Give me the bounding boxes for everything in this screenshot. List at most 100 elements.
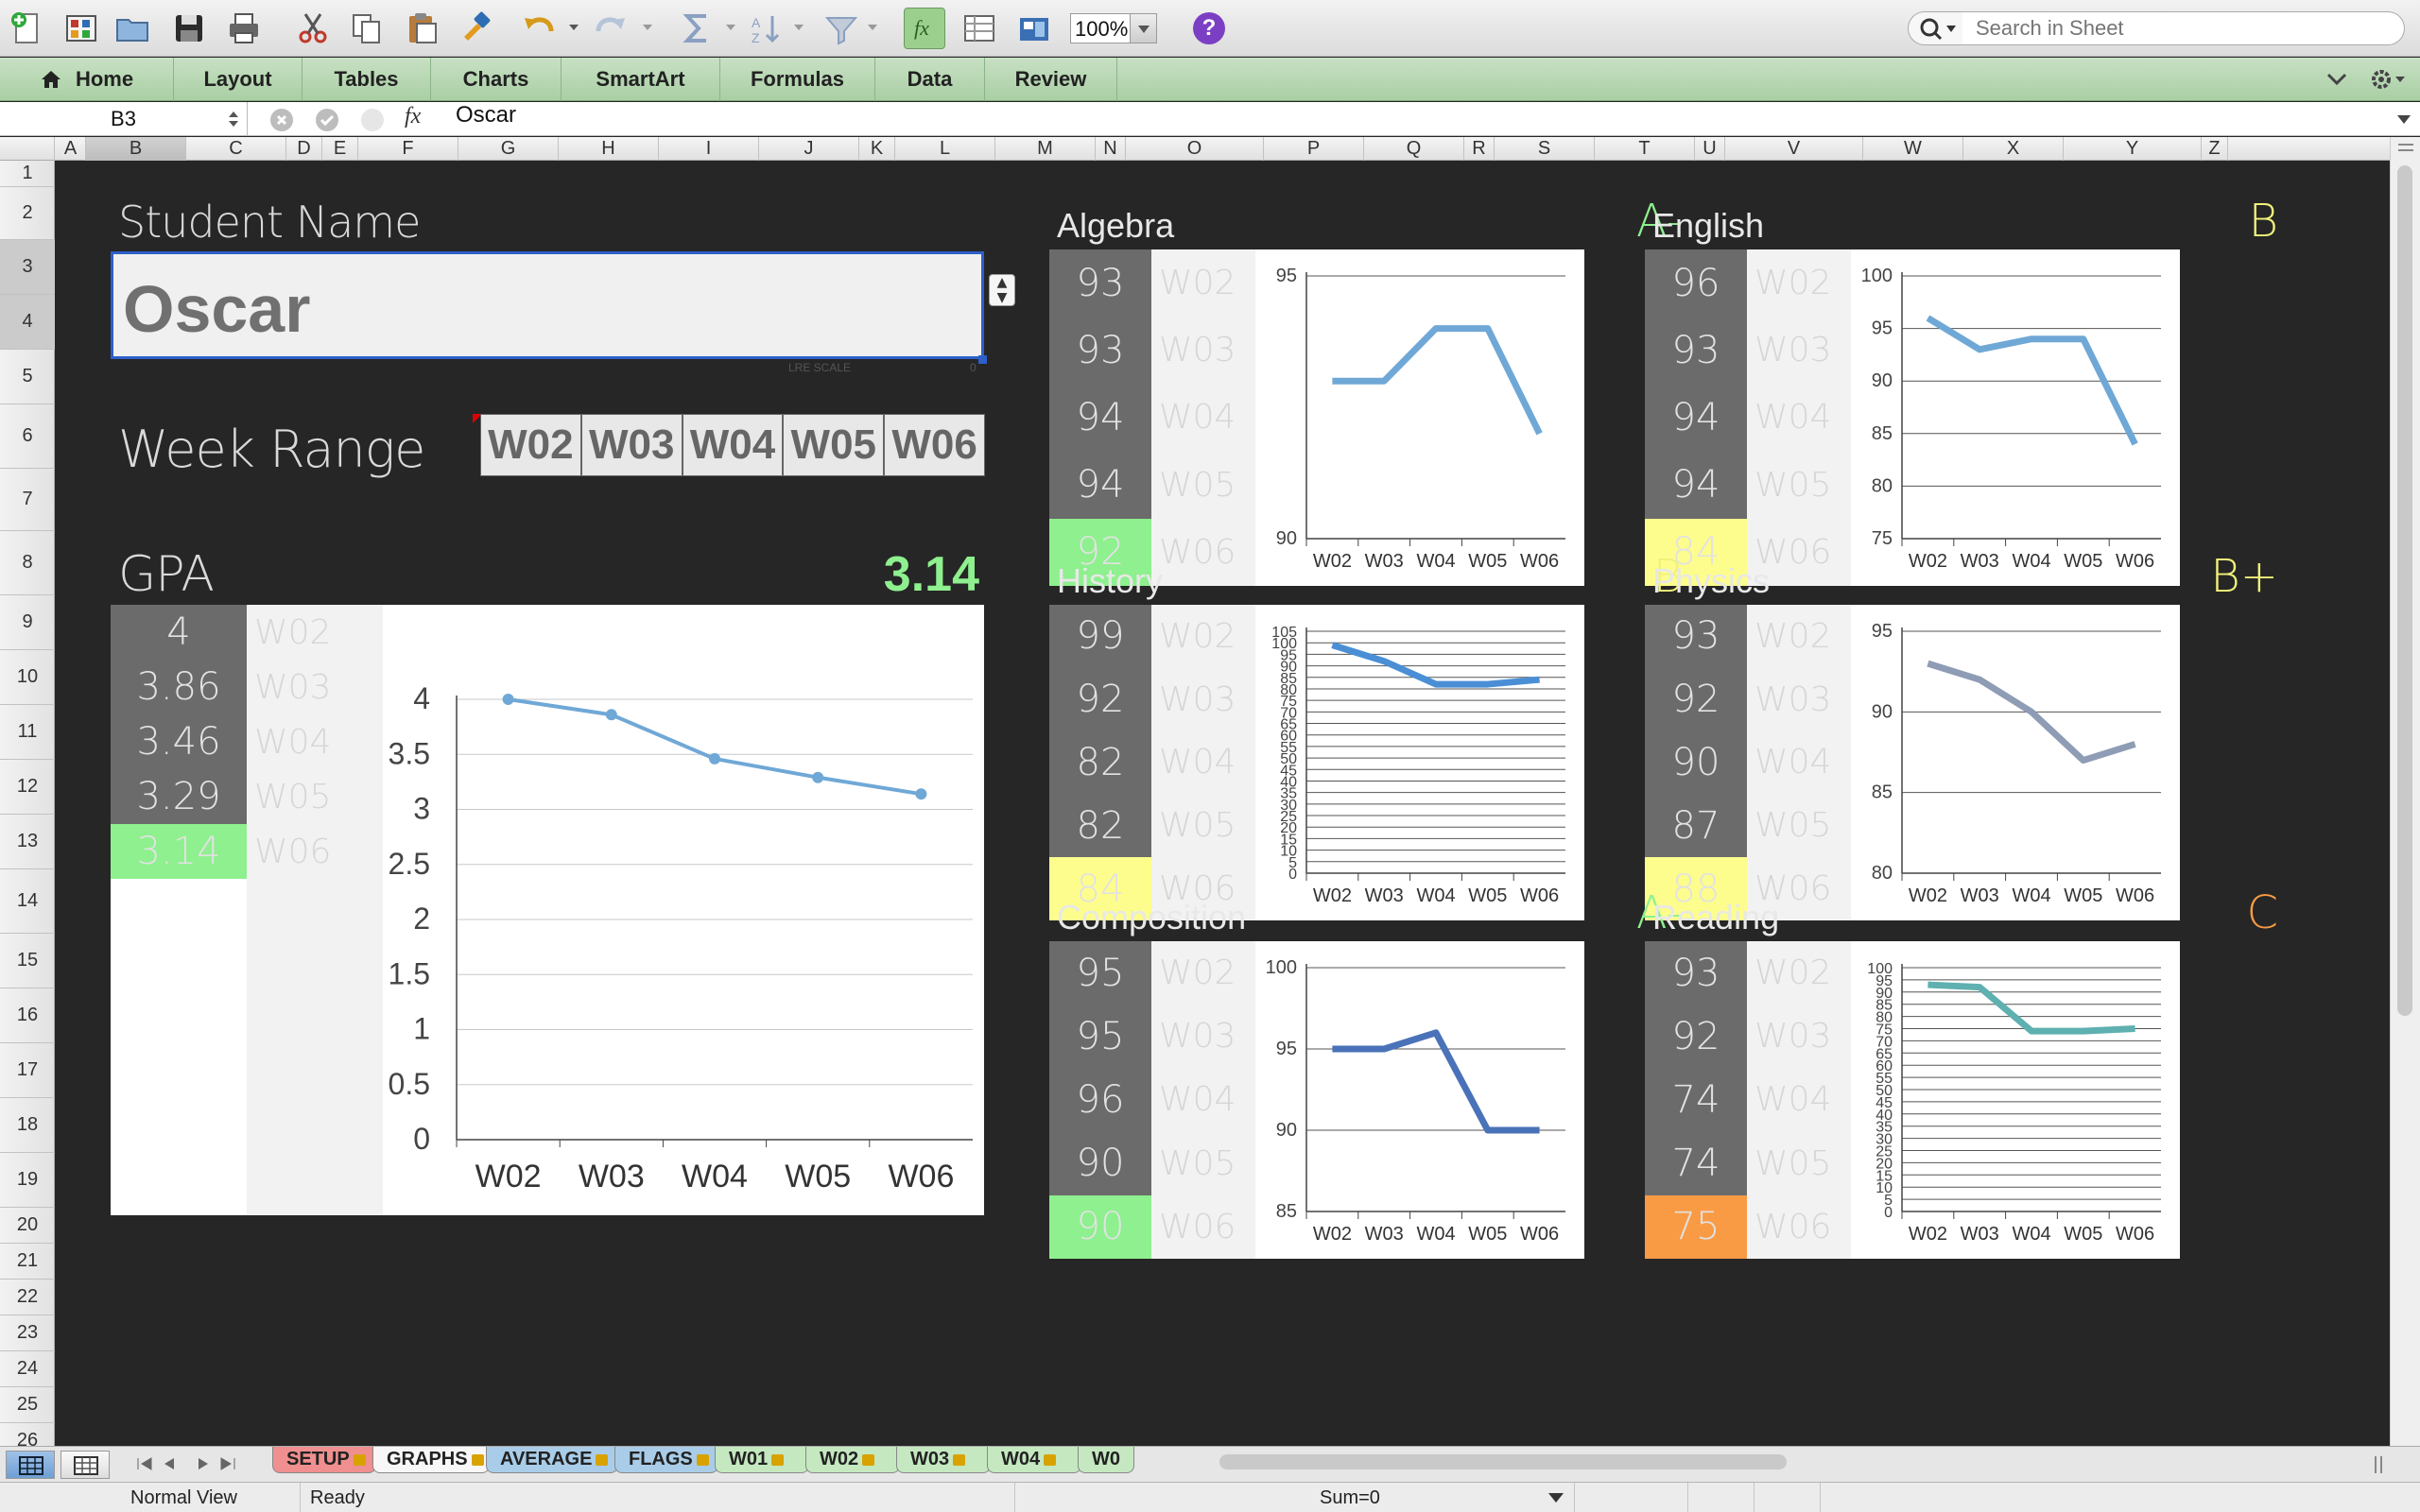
row-header-3[interactable]: 3 [0, 240, 55, 295]
algebra-score-cell[interactable]: 94 [1049, 452, 1151, 519]
autosum-dropdown-icon[interactable] [724, 21, 737, 34]
composition-series-line[interactable] [1332, 1029, 1540, 1134]
autosum-icon[interactable] [677, 8, 718, 49]
reading-score-cell[interactable]: 74 [1645, 1132, 1747, 1195]
show-hide-icon[interactable] [959, 8, 1000, 49]
sheet-tab-w02[interactable]: W02 [805, 1447, 900, 1473]
row-header-10[interactable]: 10 [0, 650, 55, 705]
column-header-s[interactable]: S [1495, 137, 1595, 161]
data-point[interactable] [812, 771, 824, 783]
reading-score-cell[interactable]: 93 [1645, 941, 1747, 1005]
formula-input[interactable]: Oscar [456, 102, 516, 136]
week-range-cell[interactable]: W05 [783, 414, 885, 476]
composition-score-cell[interactable]: 96 [1049, 1068, 1151, 1131]
split-handle-icon[interactable] [2391, 137, 2420, 160]
gpa-line-chart[interactable]: 0 0.5 1 1.5 2 2.5 3 3.5 4 W02 W03 W04 W05 W06 [383, 605, 984, 1215]
row-header-14[interactable]: 14 [0, 869, 55, 934]
row-header-20[interactable]: 20 [0, 1208, 55, 1244]
row-header-24[interactable]: 24 [0, 1351, 55, 1387]
column-header-y[interactable]: Y [2064, 137, 2202, 161]
algebra-line-chart[interactable]: 90 95 W02 W03 W04 W05 W06 [1255, 249, 1584, 586]
column-header-l[interactable]: L [895, 137, 995, 161]
tab-tables[interactable]: Tables [302, 58, 431, 101]
reading-score-cell[interactable]: 74 [1645, 1068, 1747, 1131]
sort-dropdown-icon[interactable] [792, 21, 805, 34]
fill-handle[interactable] [978, 355, 987, 364]
column-header-f[interactable]: F [358, 137, 458, 161]
student-spinner[interactable]: ▲ ▼ [989, 274, 1015, 306]
tab-smartart[interactable]: SmartArt [562, 58, 720, 101]
row-header-9[interactable]: 9 [0, 595, 55, 650]
cancel-entry-icon[interactable] [270, 109, 293, 131]
row-header-13[interactable]: 13 [0, 815, 55, 869]
expand-formula-bar-icon[interactable] [2395, 112, 2412, 127]
column-header-r[interactable]: R [1464, 137, 1495, 161]
undo-dropdown-icon[interactable] [567, 21, 580, 34]
history-series-line[interactable] [1331, 642, 1540, 688]
enter-entry-icon[interactable] [316, 109, 338, 131]
gpa-series-line[interactable] [508, 697, 922, 797]
blank-toggle-icon[interactable] [361, 109, 384, 131]
algebra-score-cell[interactable]: 93 [1049, 317, 1151, 384]
row-header-8[interactable]: 8 [0, 531, 55, 595]
history-score-cell[interactable]: 92 [1049, 668, 1151, 731]
tab-layout[interactable]: Layout [174, 58, 302, 101]
open-folder-icon[interactable] [112, 8, 153, 49]
column-header-k[interactable]: K [859, 137, 895, 161]
row-header-23[interactable]: 23 [0, 1315, 55, 1351]
row-header-4[interactable]: 4 [0, 295, 55, 350]
sheet-tab-graphs[interactable]: GRAPHS [372, 1447, 490, 1473]
gpa-score-cell[interactable]: 4 [111, 605, 247, 660]
history-score-cell[interactable]: 99 [1049, 605, 1151, 668]
search-menu[interactable] [1908, 11, 1962, 45]
column-header-t[interactable]: T [1595, 137, 1695, 161]
column-header-d[interactable]: D [286, 137, 322, 161]
zoom-dropdown-icon[interactable] [1131, 13, 1157, 43]
data-point[interactable] [709, 752, 720, 765]
sort-icon[interactable]: AZ [745, 8, 786, 49]
gpa-score-cell-current[interactable]: 3.14 [111, 824, 247, 879]
column-header-a[interactable]: A [56, 137, 86, 161]
undo-icon[interactable] [518, 8, 560, 49]
sheet-tab-flags[interactable]: FLAGS [614, 1447, 718, 1473]
tab-data[interactable]: Data [875, 58, 985, 101]
column-header-q[interactable]: Q [1364, 137, 1464, 161]
row-header-7[interactable]: 7 [0, 469, 55, 531]
page-layout-view-button[interactable] [60, 1451, 110, 1479]
help-button[interactable]: ? [1193, 12, 1225, 44]
redo-dropdown-icon[interactable] [641, 21, 654, 34]
physics-score-cell[interactable]: 90 [1645, 731, 1747, 795]
copy-icon[interactable] [346, 8, 388, 49]
reading-line-chart[interactable]: 0 5 10 15 20 25 30 35 40 45 50 55 60 65 70 75 80 85 90 95 10… [1851, 941, 2180, 1259]
insert-function-button[interactable]: fx [405, 104, 421, 129]
toolbox-icon[interactable] [1013, 8, 1055, 49]
column-header-m[interactable]: M [995, 137, 1096, 161]
sheet-tab-w0[interactable]: W0 [1078, 1447, 1134, 1473]
sum-dropdown-icon[interactable] [1547, 1492, 1564, 1503]
composition-score-cell[interactable]: 95 [1049, 941, 1151, 1005]
algebra-score-cell[interactable]: 93 [1049, 249, 1151, 317]
formula-builder-icon[interactable]: fx [904, 8, 945, 49]
row-header-16[interactable]: 16 [0, 988, 55, 1043]
horizontal-scroll-thumb[interactable] [1219, 1454, 1787, 1469]
row-header-6[interactable]: 6 [0, 404, 55, 469]
week-range-cell[interactable]: W03 [580, 414, 683, 476]
row-header-18[interactable]: 18 [0, 1098, 55, 1153]
tab-charts[interactable]: Charts [431, 58, 562, 101]
column-header-n[interactable]: N [1096, 137, 1126, 161]
ribbon-settings-icon[interactable] [2369, 67, 2407, 92]
print-icon[interactable] [223, 8, 265, 49]
row-header-2[interactable]: 2 [0, 187, 55, 240]
zoom-field[interactable]: 100% [1070, 13, 1131, 43]
row-header-25[interactable]: 25 [0, 1387, 55, 1423]
data-point[interactable] [605, 709, 617, 721]
name-box-stepper-icon[interactable] [227, 110, 240, 129]
reading-score-cell[interactable]: 92 [1645, 1005, 1747, 1068]
split-handle-horizontal-icon[interactable] [2371, 1454, 2386, 1475]
week-range-cell[interactable]: W02 [480, 414, 581, 476]
sheet-tab-w03[interactable]: W03 [896, 1447, 991, 1473]
normal-view-button[interactable] [6, 1451, 55, 1479]
row-header-15[interactable]: 15 [0, 934, 55, 988]
format-painter-icon[interactable] [454, 8, 495, 49]
filter-icon[interactable] [821, 8, 862, 49]
